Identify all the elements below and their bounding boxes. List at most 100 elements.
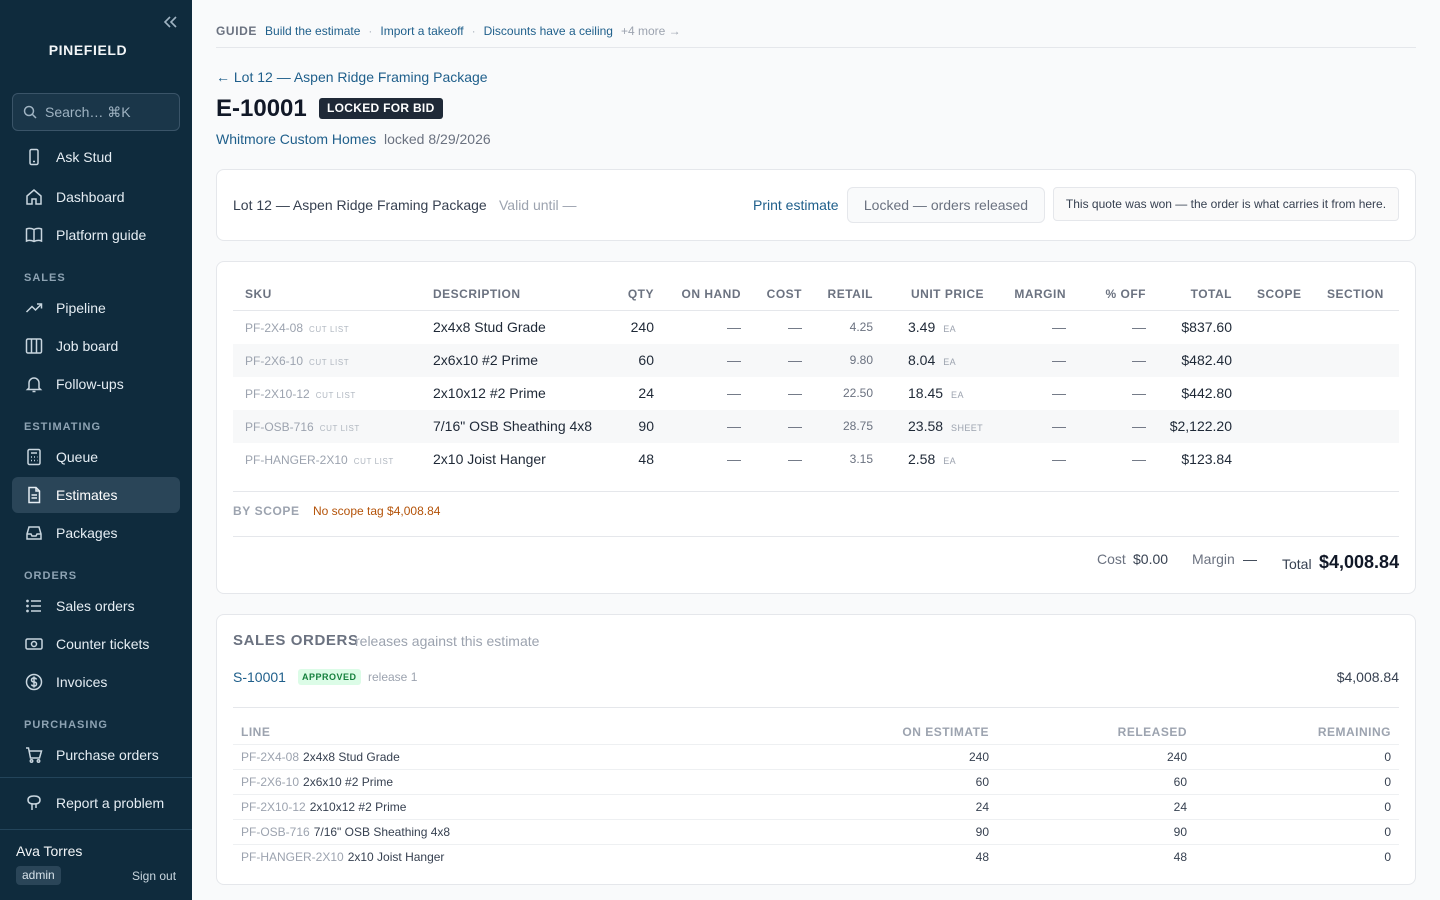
line-retail: 3.15 bbox=[849, 452, 873, 466]
line-items-card: SKU DESCRIPTION QTY ON HAND COST RETAIL … bbox=[216, 261, 1416, 594]
line-qty[interactable]: 60 bbox=[597, 344, 654, 377]
nav-platform-guide[interactable]: Platform guide bbox=[12, 217, 180, 253]
nav-ask-stud[interactable]: Ask Stud bbox=[12, 139, 180, 175]
col-qty[interactable]: QTY bbox=[597, 287, 654, 301]
nav-sales-orders[interactable]: Sales orders bbox=[12, 588, 180, 624]
section-estimating: ESTIMATING bbox=[24, 421, 102, 433]
line-margin: — bbox=[1052, 451, 1066, 467]
col-on-hand[interactable]: ON HAND bbox=[661, 287, 741, 301]
line-item-row[interactable]: PF-HANGER-2X10 CUT LIST 2x10 Joist Hanger… bbox=[233, 443, 1399, 476]
nav-estimates[interactable]: Estimates bbox=[12, 477, 180, 513]
divider bbox=[233, 707, 1399, 708]
col-retail[interactable]: RETAIL bbox=[807, 287, 873, 301]
col-pct-off[interactable]: % OFF bbox=[1077, 287, 1146, 301]
line-pct-off[interactable]: — bbox=[1077, 344, 1146, 377]
total-cost-value: $0.00 bbox=[1133, 551, 1169, 567]
line-cost: — bbox=[788, 418, 802, 434]
line-unit-price[interactable]: 23.58 bbox=[908, 418, 943, 434]
nav-platform-guide-label: Platform guide bbox=[56, 227, 147, 243]
line-qty[interactable]: 48 bbox=[597, 443, 654, 476]
nav-report-problem[interactable]: Report a problem bbox=[12, 785, 180, 821]
separator-dot: · bbox=[471, 24, 476, 38]
sidebar-divider bbox=[0, 777, 192, 778]
release-description: 7/16" OSB Sheathing 4x8 bbox=[313, 825, 451, 839]
nav-queue-label: Queue bbox=[56, 449, 99, 465]
line-unit-price[interactable]: 2.58 bbox=[908, 451, 935, 467]
nav-estimates-label: Estimates bbox=[56, 487, 118, 503]
nav-purchase-orders[interactable]: Purchase orders bbox=[12, 737, 180, 773]
nav-pipeline-label: Pipeline bbox=[56, 300, 106, 316]
col-unit-price[interactable]: UNIT PRICE bbox=[911, 287, 984, 301]
print-estimate-button[interactable]: Print estimate bbox=[753, 197, 839, 213]
guide-bar: GUIDE Build the estimate · Import a take… bbox=[216, 24, 681, 38]
book-icon bbox=[25, 227, 43, 243]
release-on-estimate: 60 bbox=[975, 775, 989, 789]
status-badge: LOCKED FOR BID bbox=[319, 98, 443, 119]
line-item-row[interactable]: PF-2X6-10 CUT LIST 2x6x10 #2 Prime 60 — —… bbox=[233, 344, 1399, 377]
brand-logo[interactable]: PINEFIELD bbox=[0, 42, 176, 58]
line-pct-off[interactable]: — bbox=[1077, 443, 1146, 476]
customer-link[interactable]: Whitmore Custom Homes bbox=[216, 131, 376, 147]
col-scope[interactable]: SCOPE bbox=[1257, 287, 1302, 301]
col-total[interactable]: TOTAL bbox=[1157, 287, 1232, 301]
sales-order-link[interactable]: S-10001 bbox=[233, 669, 286, 685]
back-to-package-link[interactable]: ← Lot 12 — Aspen Ridge Framing Package bbox=[216, 69, 488, 85]
col-cost[interactable]: COST bbox=[747, 287, 802, 301]
line-qty[interactable]: 240 bbox=[597, 311, 654, 344]
nav-job-board[interactable]: Job board bbox=[12, 328, 180, 364]
col-sku[interactable]: SKU bbox=[245, 287, 272, 301]
release-sku: PF-2X10-12 bbox=[241, 800, 306, 814]
line-unit-price[interactable]: 8.04 bbox=[908, 352, 935, 368]
sign-out-link[interactable]: Sign out bbox=[132, 869, 176, 883]
by-scope-value: No scope tag $4,008.84 bbox=[313, 504, 441, 518]
nav-pipeline[interactable]: Pipeline bbox=[12, 290, 180, 326]
cash-icon bbox=[25, 638, 43, 650]
sales-order-amount: $4,008.84 bbox=[1336, 669, 1399, 685]
section-title: SALES ORDERS bbox=[233, 632, 359, 649]
col-margin[interactable]: MARGIN bbox=[997, 287, 1066, 301]
release-on-estimate: 90 bbox=[975, 825, 989, 839]
line-unit-price[interactable]: 3.49 bbox=[908, 319, 935, 335]
nav-queue[interactable]: Queue bbox=[12, 439, 180, 475]
line-cost: — bbox=[788, 319, 802, 335]
line-item-row[interactable]: PF-OSB-716 CUT LIST 7/16" OSB Sheathing 4… bbox=[233, 410, 1399, 443]
nav-job-board-label: Job board bbox=[56, 338, 119, 354]
release-remaining: 0 bbox=[1384, 800, 1391, 814]
col-description[interactable]: DESCRIPTION bbox=[433, 287, 521, 301]
line-item-row[interactable]: PF-2X10-12 CUT LIST 2x10x12 #2 Prime 24 —… bbox=[233, 377, 1399, 410]
line-pct-off[interactable]: — bbox=[1077, 377, 1146, 410]
line-unit-price[interactable]: 18.45 bbox=[908, 385, 943, 401]
nav-invoices[interactable]: Invoices bbox=[12, 664, 180, 700]
line-sku: PF-2X6-10 bbox=[245, 354, 304, 368]
nav-dashboard-label: Dashboard bbox=[56, 189, 125, 205]
line-qty[interactable]: 90 bbox=[597, 410, 654, 443]
nav-follow-ups[interactable]: Follow-ups bbox=[12, 366, 180, 402]
guide-link-build[interactable]: Build the estimate bbox=[265, 24, 360, 38]
line-sku: PF-2X4-08 bbox=[245, 321, 304, 335]
collapse-sidebar-icon[interactable] bbox=[162, 13, 178, 31]
nav-packages[interactable]: Packages bbox=[12, 515, 180, 551]
search-input[interactable]: Search… ⌘K bbox=[12, 93, 180, 131]
guide-more-link[interactable]: +4 more → bbox=[621, 24, 681, 38]
release-on-estimate: 48 bbox=[975, 850, 989, 864]
home-icon bbox=[26, 189, 42, 205]
guide-link-import[interactable]: Import a takeoff bbox=[380, 24, 463, 38]
bell-icon bbox=[25, 377, 43, 393]
line-item-row[interactable]: PF-2X4-08 CUT LIST 2x4x8 Stud Grade 240 —… bbox=[233, 311, 1399, 344]
nav-dashboard[interactable]: Dashboard bbox=[12, 179, 180, 215]
line-retail: 9.80 bbox=[849, 353, 873, 367]
release-sku: PF-OSB-716 bbox=[241, 825, 310, 839]
col-line: LINE bbox=[241, 725, 271, 739]
user-role-badge: admin bbox=[16, 866, 61, 885]
line-pct-off[interactable]: — bbox=[1077, 311, 1146, 344]
guide-link-discounts[interactable]: Discounts have a ceiling bbox=[484, 24, 613, 38]
line-total: $442.80 bbox=[1181, 385, 1232, 401]
package-name: Lot 12 — Aspen Ridge Framing Package bbox=[233, 197, 487, 213]
col-section[interactable]: SECTION bbox=[1327, 287, 1384, 301]
line-qty[interactable]: 24 bbox=[597, 377, 654, 410]
line-total: $2,122.20 bbox=[1169, 418, 1232, 434]
nav-counter-tickets[interactable]: Counter tickets bbox=[12, 626, 180, 662]
line-pct-off[interactable]: — bbox=[1077, 410, 1146, 443]
line-unit: EA bbox=[951, 390, 964, 400]
nav-counter-tickets-label: Counter tickets bbox=[56, 636, 150, 652]
